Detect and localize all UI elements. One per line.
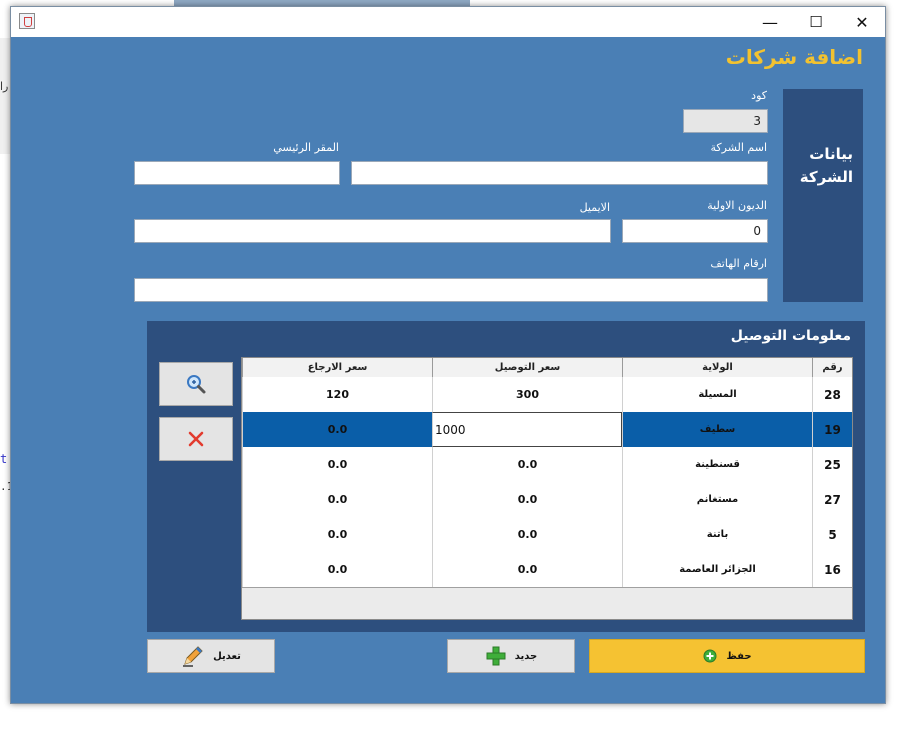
edit-button-label: تعديل bbox=[213, 650, 241, 662]
table-row[interactable]: 25 قسنطينة 0.0 0.0 bbox=[242, 447, 852, 483]
delivery-info-panel: معلومات التوصيل رقم الولاية سعر التوصيل … bbox=[147, 321, 865, 632]
hq-label: المقر الرئيسي bbox=[273, 141, 339, 154]
row-number[interactable]: 25 bbox=[812, 447, 852, 482]
company-info-panel: بيانات الشركة bbox=[783, 89, 863, 302]
column-header-return-price[interactable]: سعر الارجاع bbox=[242, 358, 432, 377]
initial-debt-field[interactable] bbox=[622, 219, 768, 243]
page-title: اضافة شركات bbox=[725, 45, 863, 69]
row-return-price[interactable]: 0.0 bbox=[242, 552, 432, 587]
add-save-icon bbox=[703, 649, 717, 663]
table-row[interactable]: 5 باتنة 0.0 0.0 bbox=[242, 517, 852, 553]
initial-debt-label: الديون الاولية bbox=[707, 199, 767, 212]
delete-row-button[interactable] bbox=[159, 417, 233, 461]
new-button-label: جديد bbox=[514, 650, 538, 662]
pencil-icon bbox=[183, 646, 203, 667]
company-name-field[interactable] bbox=[351, 161, 768, 185]
column-header-number[interactable]: رقم bbox=[812, 358, 852, 377]
row-wilaya[interactable]: قسنطينة bbox=[622, 447, 812, 482]
row-number[interactable]: 27 bbox=[812, 482, 852, 517]
table-header: رقم الولاية سعر التوصيل سعر الارجاع bbox=[242, 358, 852, 378]
hq-field[interactable] bbox=[134, 161, 340, 185]
plus-icon bbox=[486, 646, 506, 666]
row-wilaya[interactable]: الجزائر العاصمة bbox=[622, 552, 812, 587]
search-icon bbox=[187, 375, 206, 394]
form-content: اضافة شركات بيانات الشركة كود اسم الشركة… bbox=[11, 37, 885, 703]
email-field[interactable] bbox=[134, 219, 611, 243]
code-field[interactable] bbox=[683, 109, 768, 133]
title-bar: — ☐ ✕ bbox=[11, 7, 885, 37]
row-delivery-price[interactable]: 300 bbox=[432, 377, 622, 412]
row-number[interactable]: 16 bbox=[812, 552, 852, 587]
save-button-label: حفظ bbox=[726, 650, 752, 662]
table-row-selected[interactable]: 19 سطيف 1000 0.0 bbox=[242, 412, 852, 448]
edit-button[interactable]: تعديل bbox=[147, 639, 275, 673]
row-wilaya[interactable]: سطيف bbox=[622, 412, 812, 447]
row-number[interactable]: 28 bbox=[812, 377, 852, 412]
new-button[interactable]: جديد bbox=[447, 639, 575, 673]
save-button[interactable]: حفظ bbox=[589, 639, 865, 673]
row-return-price[interactable]: 0.0 bbox=[242, 517, 432, 552]
column-header-delivery-price[interactable]: سعر التوصيل bbox=[432, 358, 622, 377]
company-window: — ☐ ✕ اضافة شركات بيانات الشركة كود اسم … bbox=[10, 6, 886, 704]
background-text: t bbox=[0, 452, 8, 466]
row-return-price[interactable]: 120 bbox=[242, 377, 432, 412]
code-label: كود bbox=[751, 89, 767, 102]
row-delivery-price[interactable]: 0.0 bbox=[432, 482, 622, 517]
row-number[interactable]: 19 bbox=[812, 412, 852, 447]
row-wilaya[interactable]: مستغانم bbox=[622, 482, 812, 517]
row-wilaya[interactable]: المسيلة bbox=[622, 377, 812, 412]
phones-field[interactable] bbox=[134, 278, 768, 302]
company-info-label: بيانات الشركة bbox=[799, 145, 853, 186]
email-label: الايميل bbox=[579, 201, 610, 214]
delivery-info-title: معلومات التوصيل bbox=[730, 328, 851, 344]
row-delivery-price[interactable]: 0.0 bbox=[432, 517, 622, 552]
row-delivery-price-editor[interactable]: 1000 bbox=[432, 412, 622, 447]
minimize-button[interactable]: — bbox=[747, 7, 793, 37]
delivery-table[interactable]: رقم الولاية سعر التوصيل سعر الارجاع 28 ا… bbox=[241, 357, 853, 620]
table-row[interactable]: 16 الجزائر العاصمة 0.0 0.0 bbox=[242, 552, 852, 588]
row-delivery-price[interactable]: 0.0 bbox=[432, 552, 622, 587]
delete-icon bbox=[188, 431, 204, 447]
table-row[interactable]: 27 مستغانم 0.0 0.0 bbox=[242, 482, 852, 518]
row-number[interactable]: 5 bbox=[812, 517, 852, 552]
row-return-price[interactable]: 0.0 bbox=[242, 412, 432, 447]
search-button[interactable] bbox=[159, 362, 233, 406]
background-text: را bbox=[0, 80, 9, 93]
maximize-button[interactable]: ☐ bbox=[793, 7, 839, 37]
table-row[interactable]: 28 المسيلة 300 120 bbox=[242, 377, 852, 413]
java-app-icon bbox=[19, 13, 35, 29]
close-button[interactable]: ✕ bbox=[839, 7, 885, 37]
background-app-strip bbox=[0, 38, 10, 154]
row-return-price[interactable]: 0.0 bbox=[242, 482, 432, 517]
row-wilaya[interactable]: باتنة bbox=[622, 517, 812, 552]
phones-label: ارقام الهاتف bbox=[710, 257, 767, 270]
company-name-label: اسم الشركة bbox=[710, 141, 767, 154]
row-delivery-price[interactable]: 0.0 bbox=[432, 447, 622, 482]
row-return-price[interactable]: 0.0 bbox=[242, 447, 432, 482]
column-header-wilaya[interactable]: الولاية bbox=[622, 358, 812, 377]
